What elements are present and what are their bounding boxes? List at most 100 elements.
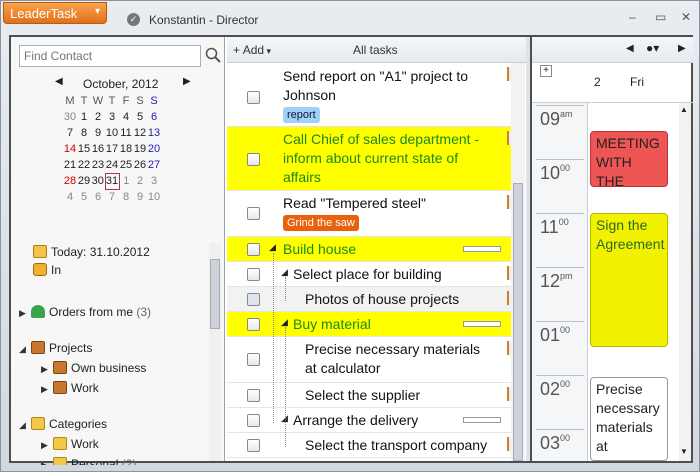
calendar-day[interactable]: 17 [105,141,119,157]
calendar-day[interactable]: 30 [63,109,77,125]
calendar-day[interactable]: 26 [133,157,147,173]
calendar-day[interactable]: 4 [63,189,77,205]
task-row[interactable]: ◢ Select place for building [227,262,512,287]
prev-month-icon[interactable]: ◀ [55,76,63,87]
task-row[interactable]: Precise necessary materials at calculator [227,337,512,383]
calendar-day[interactable]: 28 [63,173,77,189]
task-row[interactable]: ◢ Arrange the delivery [227,408,511,433]
calendar-day[interactable]: 14 [63,141,77,157]
task-row[interactable]: Send report on "A1" project to Johnson re… [227,63,512,127]
calendar-day[interactable]: 5 [133,109,147,125]
app-menu-button[interactable]: LeaderTask ▾ [3,2,107,24]
task-row-highlighted[interactable]: ◢ Buy material [227,312,511,337]
expand-all-icon[interactable]: + [540,65,552,77]
calendar-day[interactable]: 10 [105,125,119,141]
task-checkbox[interactable] [247,91,260,104]
expand-icon[interactable]: ▶ [41,440,49,451]
calendar-day[interactable]: 6 [147,109,161,125]
calendar-day[interactable]: 18 [119,141,133,157]
calendar-day[interactable]: 21 [63,157,77,173]
task-checkbox[interactable] [247,153,260,166]
calendar-day[interactable]: 13 [147,125,161,141]
task-checkbox[interactable] [247,293,260,306]
project-item-work[interactable]: ▶ Work [41,381,99,399]
task-checkbox[interactable] [247,207,260,220]
task-row-highlighted[interactable]: ◢ Build house [227,237,511,262]
collapse-icon[interactable]: ◢ [19,420,27,431]
today-item[interactable]: Today: 31.10.2012 [33,245,150,263]
projects-item[interactable]: ◢ Projects [19,341,92,359]
next-day-icon[interactable]: ▶ [678,43,686,54]
task-checkbox[interactable] [247,243,260,256]
calendar-day[interactable]: 4 [119,109,133,125]
task-row-highlighted[interactable]: Call Chief of sales department - inform a… [227,127,512,191]
restore-button[interactable]: ▭ [655,10,666,24]
calendar-day[interactable]: 22 [77,157,91,173]
next-month-icon[interactable]: ▶ [183,76,191,87]
calendar-day[interactable]: 20 [147,141,161,157]
left-scrollbar[interactable] [209,243,221,461]
calendar-day[interactable]: 8 [77,125,91,141]
calendar-day[interactable]: 1 [119,173,133,189]
task-row[interactable]: Photos of house projects [227,287,512,312]
task-checkbox[interactable] [247,389,260,402]
task-checkbox[interactable] [247,439,260,452]
collapse-icon[interactable]: ◢ [19,344,27,355]
search-contact-input[interactable] [19,45,201,67]
scroll-down-icon[interactable]: ▼ [680,447,688,456]
minimize-button[interactable]: – [629,10,636,24]
calendar-day[interactable]: 11 [119,125,133,141]
calendar-day[interactable]: 12 [133,125,147,141]
calendar-day[interactable]: 27 [147,157,161,173]
calendar-day[interactable]: 6 [91,189,105,205]
task-row[interactable]: Read "Tempered steel" Grind the saw [227,191,512,237]
category-item-personal[interactable]: ▶ Personal (2) [41,457,136,465]
scroll-thumb[interactable] [210,259,220,329]
calendar-day[interactable]: 24 [105,157,119,173]
scroll-thumb[interactable] [513,183,523,461]
calendar-day[interactable]: 1 [77,109,91,125]
task-checkbox[interactable] [247,318,260,331]
calendar-event[interactable]: MEETING WITH THE [590,131,668,187]
expand-icon[interactable]: ▶ [19,308,27,319]
calendar-day[interactable]: 3 [147,173,161,189]
categories-item[interactable]: ◢ Categories [19,417,107,435]
calendar-day[interactable]: 2 [133,173,147,189]
calendar-day[interactable]: 7 [105,189,119,205]
planner-scrollbar[interactable]: ▲ ▼ [679,103,691,461]
orders-item[interactable]: ▶ Orders from me (3) [19,305,151,323]
calendar-day[interactable]: 8 [119,189,133,205]
task-checkbox[interactable] [247,268,260,281]
task-row[interactable]: Select the transport company [227,433,512,458]
calendar-day[interactable]: 3 [105,109,119,125]
calendar-day[interactable]: 2 [91,109,105,125]
task-checkbox[interactable] [247,353,260,366]
calendar-event[interactable]: Sign the Agreement [590,213,668,347]
prev-day-icon[interactable]: ◀ [626,43,634,54]
calendar-day[interactable]: 9 [91,125,105,141]
task-row[interactable]: Select the supplier [227,383,512,408]
calendar-day[interactable]: 16 [91,141,105,157]
calendar-day[interactable]: 31 [104,172,120,190]
expand-icon[interactable]: ▶ [41,384,49,395]
calendar-day[interactable]: 5 [77,189,91,205]
task-scrollbar[interactable] [511,63,525,461]
calendar-day[interactable]: 29 [77,173,91,189]
category-item-work[interactable]: ▶ Work [41,437,99,455]
calendar-day[interactable]: 30 [91,173,105,189]
expand-icon[interactable]: ▶ [41,460,49,465]
calendar-day[interactable]: 9 [133,189,147,205]
calendar-day[interactable]: 19 [133,141,147,157]
expand-icon[interactable]: ▶ [41,364,49,375]
close-button[interactable]: ✕ [681,10,691,24]
calendar-day[interactable]: 7 [63,125,77,141]
calendar-day[interactable]: 25 [119,157,133,173]
scroll-up-icon[interactable]: ▲ [680,105,688,114]
collapse-icon[interactable]: ◢ [269,242,276,253]
calendar-day[interactable]: 10 [147,189,161,205]
calendar-event[interactable]: Precise necessary materials at [590,377,668,461]
search-icon[interactable] [205,47,221,63]
task-checkbox[interactable] [247,414,260,427]
dot-icon[interactable]: ●▾ [646,41,659,55]
project-item-own-business[interactable]: ▶ Own business [41,361,146,379]
